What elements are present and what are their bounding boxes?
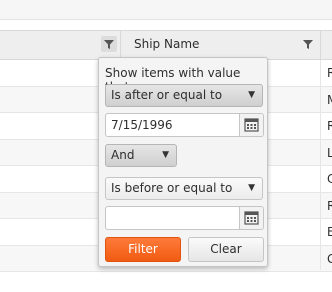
column-separator [320, 60, 321, 270]
filter-button[interactable]: Filter [105, 237, 181, 262]
ship-name-cell: G [327, 251, 332, 266]
second-date-input[interactable] [105, 206, 264, 230]
first-operator-dropdown[interactable]: Is after or equal to ▼ [105, 84, 263, 107]
ship-name-filter-button[interactable] [300, 36, 316, 52]
ship-name-header[interactable]: Ship Name [134, 37, 199, 51]
filter-funnel-icon [303, 40, 313, 49]
triangle-down-icon: ▼ [248, 183, 255, 193]
date-column-filter-button[interactable] [101, 36, 117, 52]
ship-name-cell: C [327, 172, 332, 186]
filter-menu: Show items with value that: Is after or … [98, 57, 268, 267]
clear-button[interactable]: Clear [188, 237, 264, 262]
logic-dropdown[interactable]: And ▼ [105, 144, 177, 167]
column-separator [120, 30, 121, 60]
first-operator-value: Is after or equal to [111, 88, 223, 102]
column-separator [320, 30, 321, 60]
first-date-input[interactable]: 7/15/1996 [105, 113, 264, 137]
first-date-picker-button[interactable] [239, 114, 263, 136]
calendar-icon [244, 118, 259, 132]
second-date-picker-button[interactable] [239, 207, 263, 229]
second-operator-dropdown[interactable]: Is before or equal to ▼ [105, 177, 263, 200]
calendar-icon [244, 211, 259, 225]
ship-name-cell: L [327, 145, 332, 160]
top-strip [0, 0, 332, 20]
ship-name-cell: R [327, 198, 332, 213]
triangle-down-icon: ▼ [162, 150, 169, 160]
first-date-value: 7/15/1996 [111, 118, 173, 132]
triangle-down-icon: ▼ [248, 90, 255, 100]
logic-value: And [111, 148, 135, 162]
filter-funnel-icon [104, 40, 114, 49]
ship-name-cell: E [327, 225, 332, 239]
ship-name-cell: R [327, 66, 332, 80]
ship-name-cell: R [327, 119, 332, 133]
ship-name-cell: M [327, 93, 332, 107]
second-operator-value: Is before or equal to [111, 181, 233, 195]
